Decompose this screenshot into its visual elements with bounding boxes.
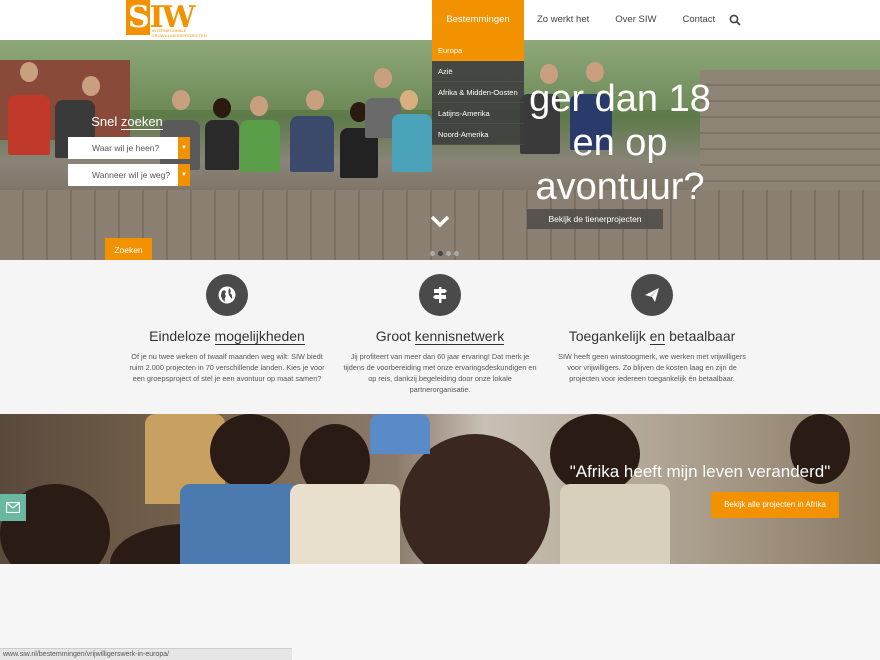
africa-banner: "Afrika heeft mijn leven veranderd" Beki… — [0, 414, 880, 564]
feature-text: Jij profiteert van meer dan 60 jaar erva… — [343, 352, 537, 394]
quick-search-title: Snel zoeken — [64, 114, 190, 130]
signpost-icon — [419, 274, 461, 316]
main-nav: Bestemmingen Zo werkt het Over SIW Conta… — [432, 0, 728, 40]
feature-groot-kennisnetwerk: Groot kennisnetwerk Jij profiteert van m… — [340, 274, 540, 395]
feature-eindeloze-mogelijkheden: Eindeloze mogelijkheden Of je nu twee we… — [127, 274, 327, 384]
africa-quote: "Afrika heeft mijn leven veranderd" — [569, 462, 831, 481]
search-button[interactable]: Zoeken — [105, 238, 152, 260]
slider-dot-active[interactable] — [438, 251, 443, 256]
hero-person-head — [400, 90, 418, 110]
feature-title: Eindeloze mogelijkheden — [127, 328, 327, 345]
dropdown-item-afrika-midden-oosten[interactable]: Afrika & Midden-Oosten — [432, 82, 524, 103]
feature-title-text: Toegankelijk — [568, 328, 650, 344]
hero-headline-line: avontuur? — [535, 166, 705, 208]
hero-person-head — [213, 98, 231, 118]
banner-shirt — [290, 484, 400, 564]
slider-pagination — [430, 251, 459, 256]
feature-title-text: Groot — [375, 328, 415, 344]
chevron-down-icon: ▼ — [178, 164, 190, 186]
hero-person-head — [172, 90, 190, 110]
hero-person-head — [374, 68, 392, 88]
hero-person — [290, 116, 334, 172]
page-footer-space — [0, 564, 880, 660]
departure-date-select-label: Wanneer wil je weg? — [92, 170, 171, 180]
banner-shirt — [560, 484, 670, 564]
banner-child — [550, 414, 640, 494]
banner-child — [210, 414, 290, 489]
paper-plane-icon — [631, 274, 673, 316]
features-section: Eindeloze mogelijkheden Of je nu twee we… — [0, 260, 880, 414]
destination-select-label: Waar wil je heen? — [92, 143, 160, 153]
feature-title: Groot kennisnetwerk — [340, 328, 540, 345]
newsletter-tab[interactable] — [0, 494, 26, 521]
dropdown-item-latijns-amerika[interactable]: Latijns-Amerika — [432, 103, 524, 124]
hero-person-head — [250, 96, 268, 116]
africa-projects-button[interactable]: Bekijk alle projecten in Afrika — [711, 492, 839, 518]
destination-select[interactable]: Waar wil je heen? ▼ — [68, 137, 190, 159]
feature-title-after: betaalbaar — [665, 328, 736, 344]
slider-dot[interactable] — [446, 251, 451, 256]
feature-title-underlined: en — [649, 328, 666, 345]
hero-person — [205, 120, 239, 170]
hero-person-head — [306, 90, 324, 110]
nav-item-contact[interactable]: Contact — [669, 0, 728, 40]
nav-item-over-siw[interactable]: Over SIW — [602, 0, 669, 40]
feature-title: Toegankelijk en betaalbaar — [552, 328, 752, 345]
feature-text: SIW heeft geen winstoogmerk, we werken m… — [558, 352, 746, 383]
nav-item-bestemmingen[interactable]: Bestemmingen — [432, 0, 524, 40]
feature-text: Of je nu twee weken of twaalf maanden we… — [129, 352, 325, 383]
scroll-down-chevron-icon[interactable] — [430, 214, 450, 228]
hero-person — [392, 114, 432, 172]
bestemmingen-dropdown: Europa Azië Afrika & Midden-Oosten Latij… — [432, 40, 524, 145]
siw-logo[interactable]: SIW INTERNATIONALE VRIJWILLIGERSPROJECTE… — [126, 0, 207, 40]
slider-dot[interactable] — [454, 251, 459, 256]
quick-search-title-underlined: zoeken — [120, 114, 163, 130]
dropdown-item-noord-amerika[interactable]: Noord-Amerika — [432, 124, 524, 145]
hero-person-head — [20, 62, 38, 82]
logo-subtitle: INTERNATIONALE VRIJWILLIGERSPROJECTEN — [152, 28, 207, 38]
feature-title-underlined: kennisnetwerk — [414, 328, 505, 345]
hero-person — [240, 120, 280, 172]
hero-person-head — [82, 76, 100, 96]
feature-title-underlined: mogelijkheden — [214, 328, 305, 345]
banner-shirt — [180, 484, 300, 564]
hero-person — [8, 95, 50, 155]
nav-item-zo-werkt-het[interactable]: Zo werkt het — [524, 0, 602, 40]
chevron-down-icon: ▼ — [178, 137, 190, 159]
slider-dot[interactable] — [430, 251, 435, 256]
feature-toegankelijk-betaalbaar: Toegankelijk en betaalbaar SIW heeft gee… — [552, 274, 752, 384]
search-icon[interactable] — [729, 13, 743, 27]
banner-shirt — [370, 414, 430, 454]
dropdown-item-europa[interactable]: Europa — [432, 40, 524, 61]
teen-projects-button[interactable]: Bekijk de tienerprojecten — [527, 209, 663, 229]
browser-status-url: www.siw.nl/bestemmingen/vrijwilligerswer… — [0, 648, 292, 660]
quick-search-title-text: Snel — [91, 114, 121, 129]
quick-search-panel: Snel zoeken Waar wil je heen? ▼ Wanneer … — [68, 114, 190, 260]
departure-date-select[interactable]: Wanneer wil je weg? ▼ — [68, 164, 190, 186]
mail-icon — [6, 502, 20, 513]
feature-title-text: Eindeloze — [149, 328, 215, 344]
dropdown-item-azie[interactable]: Azië — [432, 61, 524, 82]
site-header: SIW INTERNATIONALE VRIJWILLIGERSPROJECTE… — [0, 0, 880, 40]
globe-icon — [206, 274, 248, 316]
